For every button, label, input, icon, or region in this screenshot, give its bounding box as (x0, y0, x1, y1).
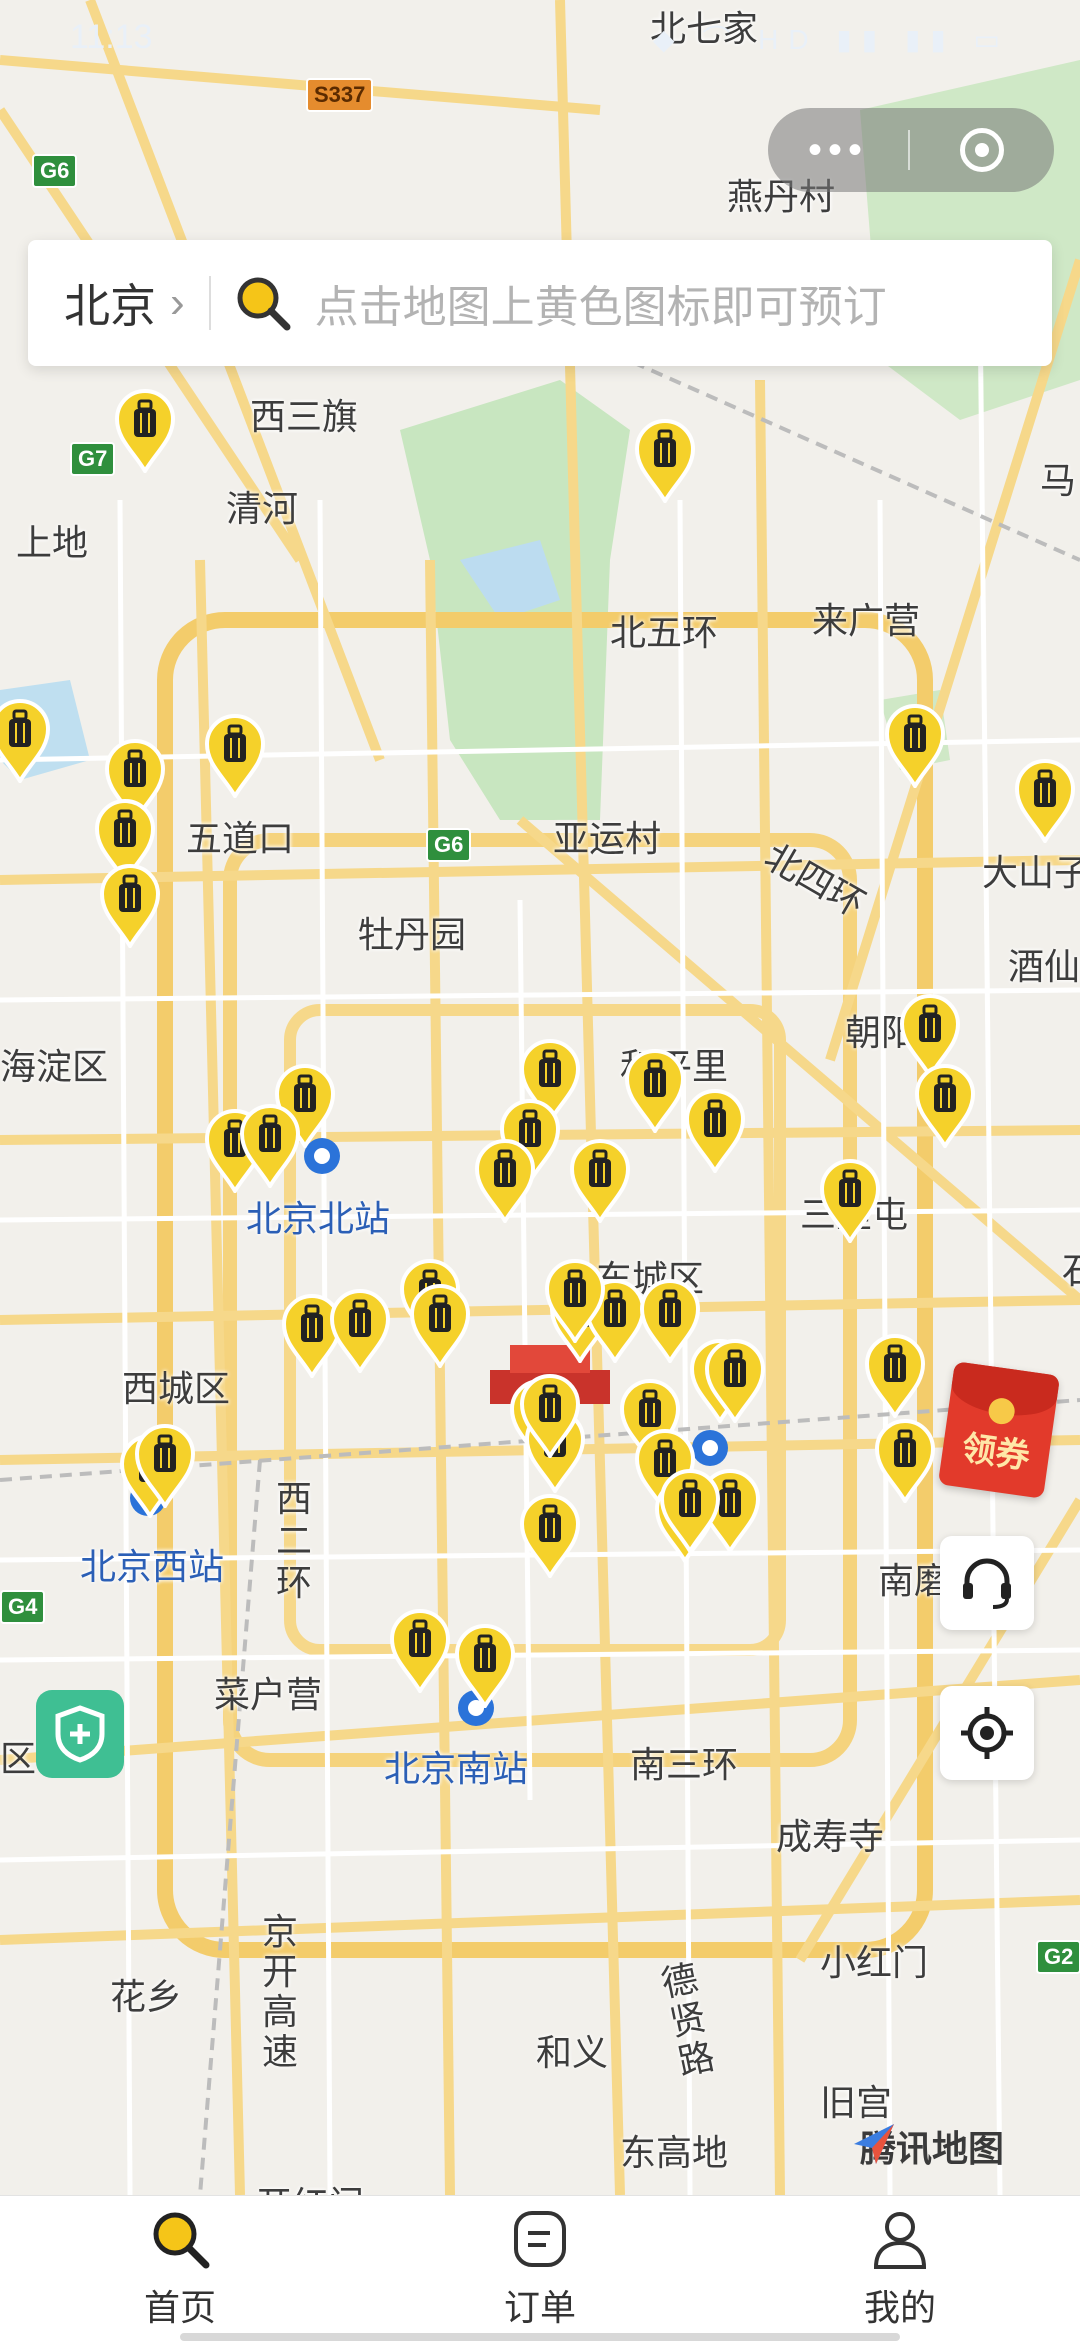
road-shield-g7: G7 (70, 442, 116, 476)
luggage-pin-icon[interactable] (473, 1137, 537, 1223)
luggage-pin-icon[interactable] (518, 1372, 582, 1458)
luggage-pin-icon[interactable] (633, 417, 697, 503)
luggage-pin-icon[interactable] (658, 1467, 722, 1553)
map-label-kaihongmen: 开红门 (256, 2176, 364, 2195)
city-selector[interactable]: 北京 (64, 270, 156, 336)
user-icon (873, 2211, 927, 2269)
tencent-map-attribution: 腾讯地图 (850, 2120, 1004, 2172)
luggage-pin-icon[interactable] (623, 1047, 687, 1133)
chevron-right-icon: › (170, 278, 185, 327)
road-shield-s337: S337 (306, 78, 374, 112)
more-button[interactable]: ••• (768, 128, 908, 173)
coupon-button[interactable]: 领券 (937, 1361, 1061, 1499)
map-label-jiuxian: 酒仙 (1008, 946, 1080, 987)
locate-button[interactable] (940, 1686, 1034, 1780)
luggage-pin-icon[interactable] (98, 862, 162, 948)
customer-service-button[interactable] (940, 1536, 1034, 1630)
order-icon (514, 2210, 566, 2267)
map-label-shangdi: 上地 (16, 522, 89, 563)
search-icon (153, 2212, 210, 2268)
map-label-mudanyuan: 牡丹园 (358, 914, 467, 955)
close-button[interactable] (910, 128, 1054, 172)
map-label-beijingnanzhan: 北京南站 (384, 1748, 529, 1789)
search-bar: 北京 › 点击地图上黄色图标即可预订 (28, 240, 1052, 366)
close-circle-icon (960, 128, 1004, 172)
tab-bar: 首页 订单 我的 (0, 2195, 1080, 2341)
tab-home[interactable]: 首页 (0, 2196, 360, 2341)
map-label-haidianqu: 海淀区 (0, 1046, 109, 1087)
luggage-pin-icon[interactable] (883, 702, 947, 788)
map-label-shi: 石 (1062, 1242, 1080, 1294)
map-label-huaxiang: 花乡 (110, 1976, 183, 2017)
map-label-laiguangying: 来广营 (812, 600, 921, 641)
road-shield-g6-mid: G6 (426, 828, 472, 862)
luggage-pin-icon[interactable] (203, 712, 267, 798)
shield-plus-icon (55, 1705, 105, 1763)
map-label-xisanqi: 西三旗 (250, 396, 359, 437)
luggage-pin-icon[interactable] (408, 1282, 472, 1368)
road-shield-g2: G2 (1036, 1940, 1080, 1974)
locate-icon (961, 1707, 1013, 1759)
status-bar: 11:13 ◆ ⌒ HD ▮▮ ▮▮ ▭ (0, 0, 1080, 70)
tencent-map-logo-icon (854, 2124, 894, 2164)
luggage-pin-icon[interactable] (238, 1102, 302, 1188)
map-label-wudaokou: 五道口 (186, 818, 295, 859)
map-label-xichengqu: 西城区 (122, 1368, 231, 1409)
safety-button[interactable] (36, 1690, 124, 1778)
luggage-pin-icon[interactable] (388, 1607, 452, 1693)
map-label-caihuying: 菜户营 (214, 1674, 323, 1715)
road-shield-g4: G4 (0, 1590, 46, 1624)
luggage-pin-icon[interactable] (543, 1257, 607, 1343)
luggage-pin-icon[interactable] (913, 1062, 977, 1148)
map-label-nansanhuan: 南三环 (630, 1744, 739, 1785)
luggage-pin-icon[interactable] (0, 697, 52, 783)
map-label-beijingxizhan: 北京西站 (80, 1546, 225, 1587)
coupon-label: 领券 (959, 1429, 1033, 1477)
headset-icon (963, 1558, 1011, 1609)
road-shield-g6: G6 (32, 154, 78, 188)
map-label-chengshousi: 成寿寺 (776, 1816, 885, 1857)
luggage-pin-icon[interactable] (863, 1332, 927, 1418)
map-label-donggaodi: 东高地 (620, 2132, 729, 2173)
luggage-pin-icon[interactable] (703, 1337, 767, 1423)
map-label-ma: 马 (1040, 460, 1077, 501)
search-input[interactable]: 点击地图上黄色图标即可预订 (315, 271, 887, 335)
map-label-jingkaigaosu: 京开高速 (262, 1911, 299, 2072)
map-label-dashanzi: 大山子 (982, 852, 1080, 893)
luggage-pin-icon[interactable] (453, 1622, 517, 1708)
luggage-pin-icon[interactable] (873, 1417, 937, 1503)
map-label-jiugong: 旧宫 (820, 2082, 893, 2123)
status-time: 11:13 (70, 18, 153, 56)
tab-orders-label: 订单 (503, 2286, 576, 2328)
status-indicators: ◆ ⌒ HD ▮▮ ▮▮ ▭ (653, 24, 1010, 55)
map-label-beiwuhuan: 北五环 (610, 612, 719, 653)
search-divider (208, 276, 211, 330)
tab-orders[interactable]: 订单 (360, 2196, 720, 2341)
map-label-qinghe: 清河 (226, 488, 299, 529)
map-label-qu: 区 (0, 1738, 37, 1779)
luggage-pin-icon[interactable] (518, 1492, 582, 1578)
map-label-beijingbeizhan: 北京北站 (246, 1198, 391, 1239)
map-label-yayuncun: 亚运村 (553, 818, 662, 859)
map-label-xierhuan: 西二环 (276, 1478, 313, 1603)
map-label-xiaohongmen: 小红门 (820, 1942, 929, 1983)
luggage-pin-icon[interactable] (113, 387, 177, 473)
luggage-pin-icon[interactable] (568, 1137, 632, 1223)
tab-profile-label: 我的 (863, 2286, 936, 2328)
luggage-pin-icon[interactable] (818, 1157, 882, 1243)
luggage-pin-icon[interactable] (328, 1287, 392, 1373)
luggage-pin-icon[interactable] (133, 1422, 197, 1508)
tab-profile[interactable]: 我的 (720, 2196, 1080, 2341)
luggage-pin-icon[interactable] (1013, 757, 1077, 843)
search-icon (237, 277, 291, 331)
miniprogram-capsule: ••• (768, 108, 1054, 192)
tab-home-label: 首页 (143, 2286, 216, 2328)
luggage-pin-icon[interactable] (683, 1087, 747, 1173)
map-label-heyi: 和义 (536, 2032, 609, 2073)
